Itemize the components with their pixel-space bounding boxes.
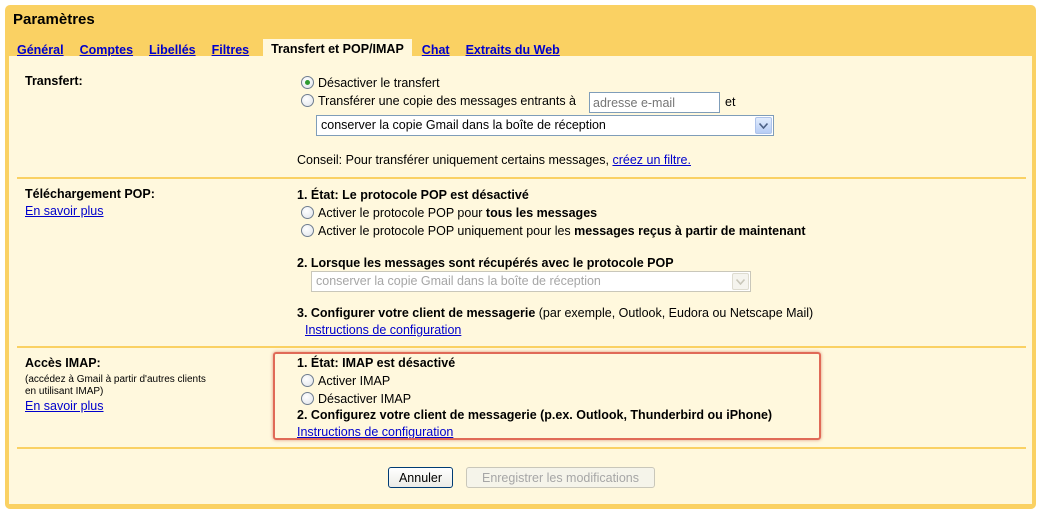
pop-now-option[interactable]: Activer le protocole POP uniquement pour… <box>301 224 806 238</box>
forward-keep-select-value: conserver la copie Gmail dans la boîte d… <box>321 118 606 132</box>
save-changes-button[interactable]: Enregistrer les modifications <box>466 467 655 488</box>
chevron-down-icon <box>732 273 749 290</box>
pop-configure: 3. Configurer votre client de messagerie… <box>297 306 813 320</box>
pop-now-bold-text: messages reçus à partir de maintenant <box>574 224 806 238</box>
forwarding-label: Transfert: <box>25 74 83 88</box>
pop-learn-more-link[interactable]: En savoir plus <box>25 204 104 218</box>
pop-all-radio[interactable] <box>301 206 314 219</box>
imap-label: Accès IMAP: <box>25 356 101 370</box>
forwarding-forward-option[interactable]: Transférer une copie des messages entran… <box>301 94 576 108</box>
forwarding-disable-text: Désactiver le transfert <box>318 76 440 90</box>
pop-action-select-value: conserver la copie Gmail dans la boîte d… <box>316 274 601 288</box>
chevron-down-icon <box>755 117 772 134</box>
create-filter-link[interactable]: créez un filtre. <box>612 153 691 167</box>
forwarding-forward-text: Transférer une copie des messages entran… <box>318 94 577 108</box>
pop-all-text: Activer le protocole POP pour <box>318 206 483 220</box>
imap-highlight-box <box>273 352 821 440</box>
pop-label: Téléchargement POP: <box>25 187 155 201</box>
forwarding-tip: Conseil: Pour transférer uniquement cert… <box>297 153 691 167</box>
forwarding-forward-radio[interactable] <box>301 94 314 107</box>
pop-all-option[interactable]: Activer le protocole POP pour tous les m… <box>301 206 597 220</box>
pop-action-select[interactable]: conserver la copie Gmail dans la boîte d… <box>311 271 751 292</box>
pop-configure-bold-text: 3. Configurer votre client de messagerie <box>297 306 536 320</box>
pop-instructions-link[interactable]: Instructions de configuration <box>305 323 461 337</box>
pop-configure-rest-text: (par exemple, Outlook, Eudora ou Netscap… <box>538 306 814 320</box>
pop-when-heading: 2. Lorsque les messages sont récupérés a… <box>297 256 674 270</box>
pop-all-bold-text: tous les messages <box>485 206 598 220</box>
pop-now-text: Activer le protocole POP uniquement pour… <box>318 224 571 238</box>
page-title: Paramètres <box>13 11 95 28</box>
forward-email-input[interactable] <box>589 92 720 113</box>
imap-desc-line2: en utilisant IMAP) <box>25 386 104 397</box>
pop-status: 1. État: Le protocole POP est désactivé <box>297 188 529 202</box>
forward-keep-select[interactable]: conserver la copie Gmail dans la boîte d… <box>316 115 774 136</box>
forwarding-disable-option[interactable]: Désactiver le transfert <box>301 76 440 90</box>
section-divider <box>17 346 1026 348</box>
forwarding-tip-text: Conseil: Pour transférer uniquement cert… <box>297 153 609 167</box>
imap-desc-line1: (accédez à Gmail à partir d'autres clien… <box>25 374 206 385</box>
forwarding-and-text: et <box>725 95 736 109</box>
cancel-button[interactable]: Annuler <box>388 467 453 488</box>
section-divider <box>17 447 1026 449</box>
section-divider <box>17 177 1026 179</box>
pop-now-radio[interactable] <box>301 224 314 237</box>
imap-learn-more-link[interactable]: En savoir plus <box>25 399 104 413</box>
forwarding-disable-radio[interactable] <box>301 76 314 89</box>
